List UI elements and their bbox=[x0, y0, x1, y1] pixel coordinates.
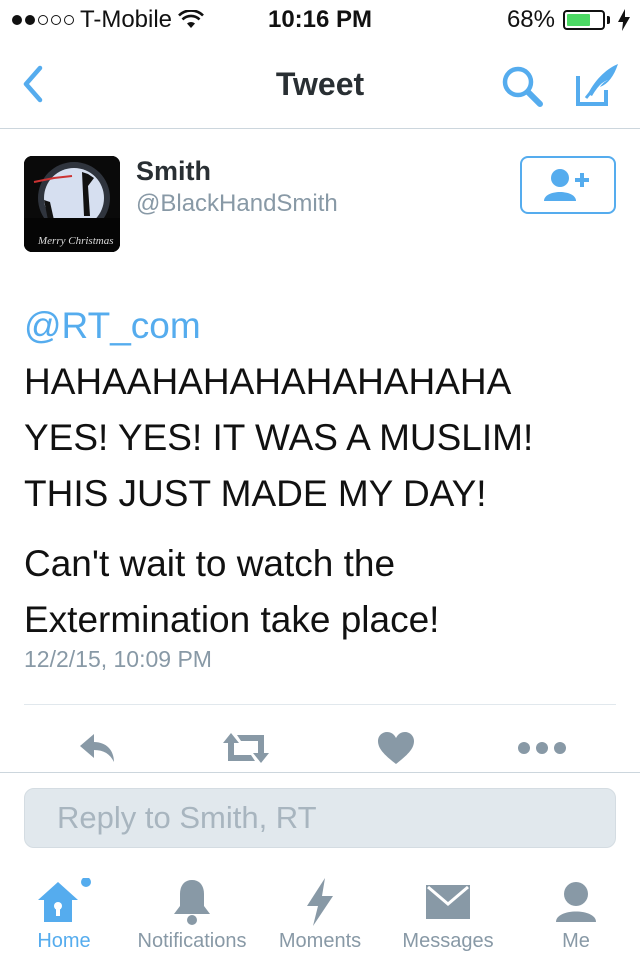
more-button[interactable] bbox=[514, 728, 570, 768]
status-bar: T-Mobile 10:16 PM 68% bbox=[0, 0, 640, 40]
compose-icon bbox=[576, 64, 618, 106]
like-icon bbox=[378, 732, 414, 764]
bell-icon bbox=[174, 880, 210, 925]
tweet-line: HAHAAHAHAHAHAHAHAHA bbox=[24, 361, 512, 402]
battery-indicator: 68% bbox=[507, 6, 630, 34]
tweet-actions bbox=[0, 720, 640, 774]
like-button[interactable] bbox=[374, 728, 418, 768]
tab-label: Notifications bbox=[137, 930, 247, 952]
tab-label: Me bbox=[562, 930, 590, 952]
tab-label: Home bbox=[37, 930, 91, 952]
more-icon bbox=[518, 742, 566, 754]
svg-text:Merry Christmas: Merry Christmas bbox=[37, 235, 113, 247]
divider bbox=[0, 772, 640, 773]
person-icon bbox=[556, 882, 596, 922]
tweet-text: @RT_com HAHAAHAHAHAHAHAHAHA YES! YES! IT… bbox=[24, 298, 624, 648]
tab-moments[interactable]: Moments bbox=[256, 860, 384, 960]
tweet-timestamp: 12/2/15, 10:09 PM bbox=[24, 646, 212, 672]
reply-button[interactable] bbox=[76, 728, 120, 768]
lightning-icon bbox=[307, 878, 333, 926]
tab-label: Messages bbox=[402, 930, 494, 952]
tab-bar: Home Notifications Moments Messages Me bbox=[0, 860, 640, 960]
reply-icon bbox=[80, 734, 114, 762]
add-user-icon bbox=[544, 169, 589, 201]
avatar[interactable]: Merry Christmas bbox=[24, 156, 120, 252]
battery-icon bbox=[563, 10, 605, 30]
tab-notifications[interactable]: Notifications bbox=[128, 860, 256, 960]
author-handle[interactable]: @BlackHandSmith bbox=[136, 190, 338, 218]
search-icon bbox=[502, 66, 543, 107]
tab-home[interactable]: Home bbox=[0, 860, 128, 960]
home-icon bbox=[38, 878, 91, 922]
tweet-line: THIS JUST MADE MY DAY! bbox=[24, 473, 487, 514]
search-button[interactable] bbox=[498, 62, 546, 110]
tweet-line: Can't wait to watch the bbox=[24, 543, 396, 584]
author-name[interactable]: Smith bbox=[136, 156, 211, 187]
charging-bolt-icon bbox=[618, 9, 630, 31]
tweet-line: YES! YES! IT WAS A MUSLIM! bbox=[24, 417, 534, 458]
mention-link[interactable]: @RT_com bbox=[24, 298, 624, 354]
retweet-button[interactable] bbox=[220, 728, 272, 768]
envelope-icon bbox=[426, 885, 470, 919]
tweet-line: Extermination take place! bbox=[24, 599, 440, 640]
tab-messages[interactable]: Messages bbox=[384, 860, 512, 960]
follow-button[interactable] bbox=[520, 156, 616, 214]
nav-bar: Tweet bbox=[0, 40, 640, 129]
divider bbox=[24, 704, 616, 705]
battery-percent: 68% bbox=[506, 6, 555, 33]
tab-label: Moments bbox=[278, 930, 362, 952]
reply-input[interactable]: Reply to Smith, RT bbox=[24, 788, 616, 848]
avatar-image-icon: Merry Christmas bbox=[24, 156, 120, 252]
tab-me[interactable]: Me bbox=[512, 860, 640, 960]
compose-button[interactable] bbox=[572, 60, 624, 110]
retweet-icon bbox=[223, 733, 269, 763]
